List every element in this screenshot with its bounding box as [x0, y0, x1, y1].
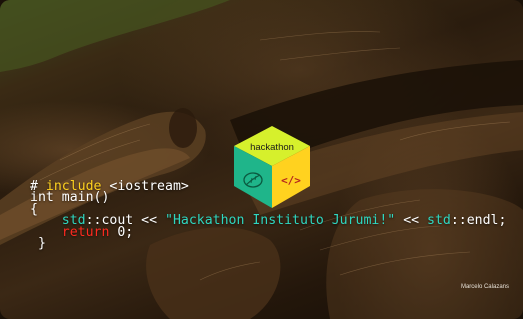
stream-operator: <<: [395, 213, 428, 229]
code-brackets-icon: </>: [281, 174, 301, 187]
cube-label: hackathon: [250, 142, 294, 153]
std-namespace: std: [427, 213, 451, 229]
return-value: 0;: [109, 224, 134, 240]
return-keyword: return: [61, 224, 110, 240]
hackathon-banner: # include <iostream> int main(){ std::cou…: [0, 0, 523, 319]
endl-token: ::endl;: [450, 213, 507, 229]
string-literal: "Hackathon Instituto Jurumi!": [165, 213, 396, 229]
hackathon-cube-logo: hackathon </>: [234, 126, 310, 208]
code-line-return: return 0;: [30, 224, 506, 240]
include-header: <iostream>: [101, 179, 189, 194]
photo-credit: Marcelo Calazans: [460, 284, 509, 290]
